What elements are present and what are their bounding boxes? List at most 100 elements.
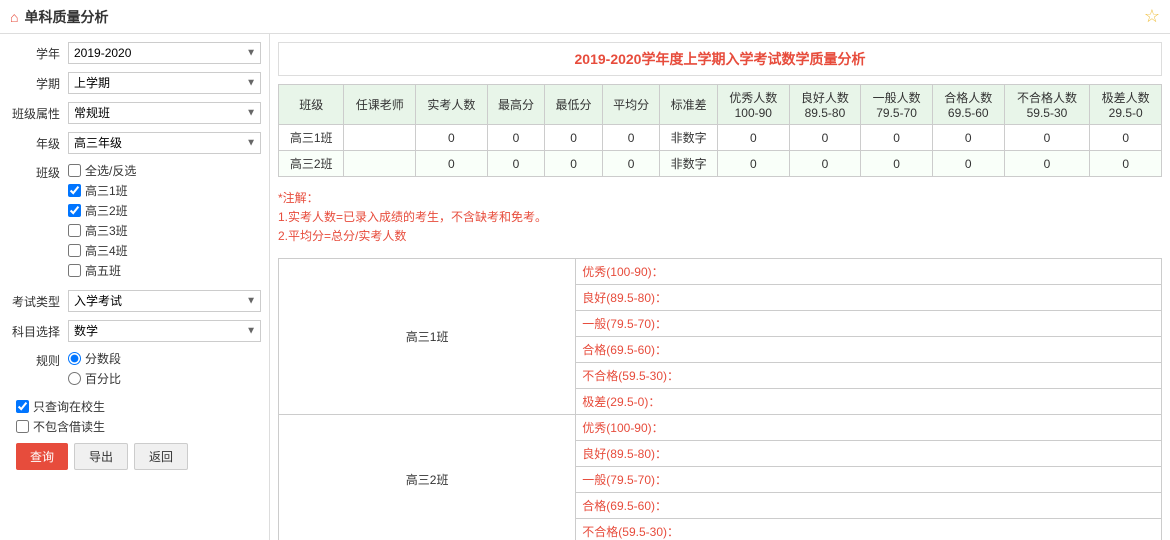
class-gaosan3-checkbox[interactable] xyxy=(68,224,81,237)
school-year-select[interactable]: 2019-2020 xyxy=(68,42,261,64)
table-cell xyxy=(344,151,416,177)
grade-label: 年级 xyxy=(8,135,68,152)
report-title: 2019-2020学年度上学期入学考试数学质量分析 xyxy=(278,42,1162,76)
term-wrapper: 上学期 xyxy=(68,72,261,94)
back-button[interactable]: 返回 xyxy=(134,443,188,470)
table-cell: 0 xyxy=(416,151,488,177)
rules-section: 规则 分数段 百分比 xyxy=(8,350,261,390)
table-cell: 0 xyxy=(861,151,933,177)
exam-type-label: 考试类型 xyxy=(8,293,68,310)
col-avg: 平均分 xyxy=(602,85,660,125)
table-cell: 0 xyxy=(545,151,603,177)
class-options: 全选/反选 高三1班 高三2班 高三3班 xyxy=(68,162,261,282)
table-cell: 0 xyxy=(717,151,789,177)
table-cell: 0 xyxy=(932,125,1004,151)
rule-percent-radio[interactable] xyxy=(68,372,81,385)
class-gaowu-label: 高五班 xyxy=(85,262,121,279)
only-enrolled-checkbox[interactable] xyxy=(16,400,29,413)
grade-select[interactable]: 高三年级 xyxy=(68,132,261,154)
class-type-wrapper: 常规班 xyxy=(68,102,261,124)
query-button[interactable]: 查询 xyxy=(16,443,68,470)
detail-row: 高三1班优秀(100-90)： xyxy=(279,259,1162,285)
class-gaosan2-checkbox[interactable] xyxy=(68,204,81,217)
detail-class-cell: 高三1班 xyxy=(279,259,576,415)
class-type-label: 班级属性 xyxy=(8,105,68,122)
class-type-select[interactable]: 常规班 xyxy=(68,102,261,124)
detail-class-cell: 高三2班 xyxy=(279,415,576,540)
class-gaosan2-row: 高三2班 xyxy=(68,202,261,219)
star-icon[interactable]: ☆ xyxy=(1144,6,1160,27)
col-class: 班级 xyxy=(279,85,344,125)
class-gaowu-checkbox[interactable] xyxy=(68,264,81,277)
school-year-wrapper: 2019-2020 xyxy=(68,42,261,64)
select-all-row: 全选/反选 xyxy=(68,162,261,179)
table-cell: 0 xyxy=(932,151,1004,177)
col-fail: 不合格人数59.5-30 xyxy=(1004,85,1090,125)
table-cell: 非数字 xyxy=(660,125,718,151)
col-teacher: 任课老师 xyxy=(344,85,416,125)
detail-item-cell: 良好(89.5-80)： xyxy=(576,285,1162,311)
table-cell: 0 xyxy=(487,151,545,177)
detail-item-cell: 一般(79.5-70)： xyxy=(576,467,1162,493)
select-all-label: 全选/反选 xyxy=(85,162,136,179)
subject-row: 科目选择 数学 xyxy=(8,320,261,342)
class-gaosan4-label: 高三4班 xyxy=(85,242,128,259)
class-section: 班级 全选/反选 高三1班 高三2班 xyxy=(8,162,261,282)
page-title: 单科质量分析 xyxy=(24,7,108,27)
col-poor: 极差人数29.5-0 xyxy=(1090,85,1162,125)
detail-item-cell: 不合格(59.5-30)： xyxy=(576,363,1162,389)
detail-item-cell: 优秀(100-90)： xyxy=(576,259,1162,285)
class-gaosan4-row: 高三4班 xyxy=(68,242,261,259)
term-select[interactable]: 上学期 xyxy=(68,72,261,94)
exam-type-select[interactable]: 入学考试 xyxy=(68,290,261,312)
table-cell: 0 xyxy=(1090,151,1162,177)
class-gaosan4-checkbox[interactable] xyxy=(68,244,81,257)
home-icon: ⌂ xyxy=(10,9,18,25)
main-table: 班级 任课老师 实考人数 最高分 最低分 平均分 标准差 优秀人数100-90 … xyxy=(278,84,1162,177)
col-normal: 一般人数79.5-70 xyxy=(861,85,933,125)
table-cell: 0 xyxy=(1004,151,1090,177)
class-gaosan1-checkbox[interactable] xyxy=(68,184,81,197)
table-cell: 非数字 xyxy=(660,151,718,177)
col-min: 最低分 xyxy=(545,85,603,125)
class-gaosan1-row: 高三1班 xyxy=(68,182,261,199)
rule-score-radio[interactable] xyxy=(68,352,81,365)
header: ⌂ 单科质量分析 ☆ xyxy=(0,0,1170,34)
table-cell: 0 xyxy=(1090,125,1162,151)
table-row: 高三2班0000非数字000000 xyxy=(279,151,1162,177)
select-all-checkbox[interactable] xyxy=(68,164,81,177)
detail-item-cell: 不合格(59.5-30)： xyxy=(576,519,1162,540)
school-year-label: 学年 xyxy=(8,45,68,62)
rules-options: 分数段 百分比 xyxy=(68,350,261,390)
table-cell: 0 xyxy=(545,125,603,151)
table-row: 高三1班0000非数字000000 xyxy=(279,125,1162,151)
table-cell xyxy=(344,125,416,151)
table-cell: 0 xyxy=(789,151,861,177)
col-max: 最高分 xyxy=(487,85,545,125)
extra-options: 只查询在校生 不包含借读生 xyxy=(8,398,261,435)
subject-label: 科目选择 xyxy=(8,323,68,340)
button-row: 查询 导出 返回 xyxy=(8,443,261,470)
class-gaosan1-label: 高三1班 xyxy=(85,182,128,199)
subject-select[interactable]: 数学 xyxy=(68,320,261,342)
main-layout: 学年 2019-2020 学期 上学期 班级属性 xyxy=(0,34,1170,540)
col-actual: 实考人数 xyxy=(416,85,488,125)
exclude-borrow-checkbox[interactable] xyxy=(16,420,29,433)
detail-item-cell: 合格(69.5-60)： xyxy=(576,493,1162,519)
table-cell: 0 xyxy=(602,125,660,151)
table-cell: 0 xyxy=(416,125,488,151)
exam-type-row: 考试类型 入学考试 xyxy=(8,290,261,312)
content-area: 2019-2020学年度上学期入学考试数学质量分析 班级 任课老师 实考人数 最… xyxy=(270,34,1170,540)
export-button[interactable]: 导出 xyxy=(74,443,128,470)
only-enrolled-row: 只查询在校生 xyxy=(16,398,261,415)
rule-score-row: 分数段 xyxy=(68,350,261,367)
detail-item-cell: 良好(89.5-80)： xyxy=(576,441,1162,467)
detail-table: 高三1班优秀(100-90)：良好(89.5-80)：一般(79.5-70)：合… xyxy=(278,258,1162,540)
class-gaowu-row: 高五班 xyxy=(68,262,261,279)
note-line-2: 2.平均分=总分/实考人数 xyxy=(278,227,1162,244)
detail-item-cell: 优秀(100-90)： xyxy=(576,415,1162,441)
term-label: 学期 xyxy=(8,75,68,92)
rule-percent-row: 百分比 xyxy=(68,370,261,387)
school-year-row: 学年 2019-2020 xyxy=(8,42,261,64)
exclude-borrow-label: 不包含借读生 xyxy=(33,418,105,435)
